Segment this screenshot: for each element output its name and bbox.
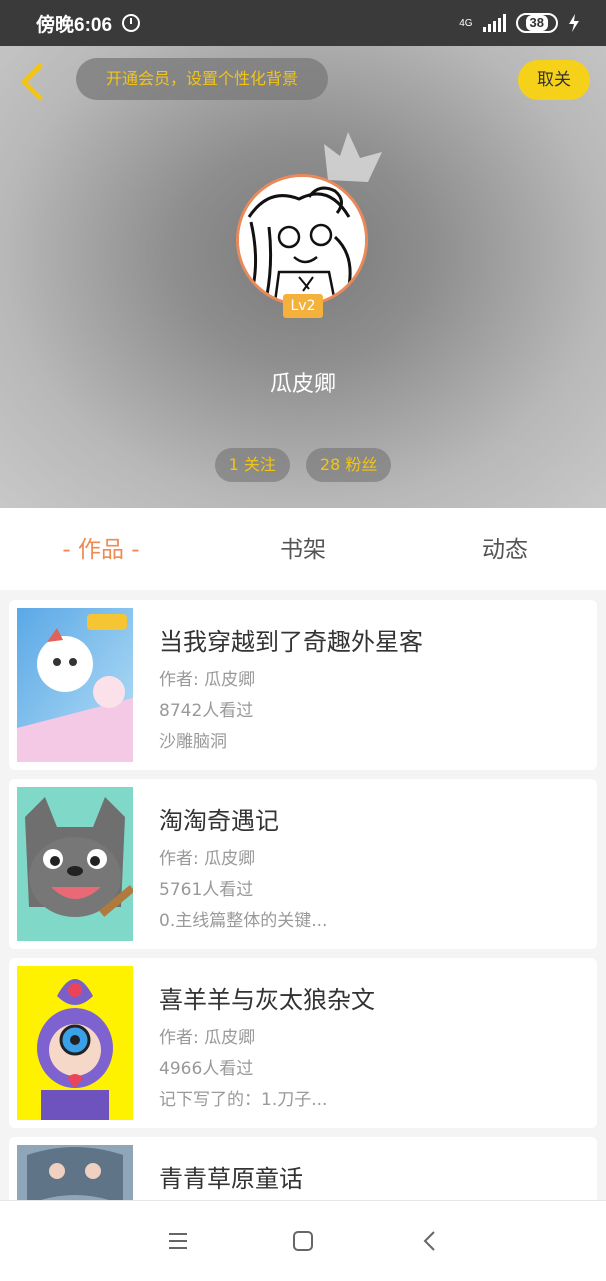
home-icon[interactable] xyxy=(289,1227,317,1255)
work-description: 0.主线篇整体的关键... xyxy=(159,911,328,931)
signal-icon xyxy=(482,14,506,32)
work-views: 8742人看过 xyxy=(159,701,254,721)
book-cover xyxy=(17,966,133,1120)
work-title: 淘淘奇遇记 xyxy=(159,807,279,835)
menu-icon[interactable] xyxy=(164,1227,192,1255)
work-views: 4966人看过 xyxy=(159,1059,254,1079)
level-badge: Lv2 xyxy=(283,294,323,318)
avatar-sketch-image xyxy=(239,177,365,303)
work-description: 沙雕脑洞 xyxy=(159,732,227,752)
tab-activity[interactable]: 动态 xyxy=(404,508,606,590)
list-item[interactable]: 当我穿越到了奇趣外星客 作者: 瓜皮卿 8742人看过 沙雕脑洞 xyxy=(9,600,597,770)
avatar-container[interactable] xyxy=(236,174,368,306)
status-bar: 傍晚6:06 4G 38 xyxy=(0,0,606,46)
charging-icon xyxy=(569,14,579,32)
battery-level: 38 xyxy=(525,15,548,31)
back-nav-icon[interactable] xyxy=(416,1227,444,1255)
works-list: 当我穿越到了奇趣外星客 作者: 瓜皮卿 8742人看过 沙雕脑洞 淘淘奇遇记 作… xyxy=(0,590,606,1200)
profile-header: 开通会员，设置个性化背景 取关 Lv2 瓜皮卿 1 关注 28 粉丝 xyxy=(0,46,606,508)
list-item[interactable]: 淘淘奇遇记 作者: 瓜皮卿 5761人看过 0.主线篇整体的关键... xyxy=(9,779,597,949)
fans-count[interactable]: 28 粉丝 xyxy=(305,448,392,482)
work-title: 当我穿越到了奇趣外星客 xyxy=(159,628,423,656)
book-cover xyxy=(17,1145,133,1200)
work-author: 作者: 瓜皮卿 xyxy=(159,849,256,869)
profile-tabs: - 作品 - 书架 动态 xyxy=(0,508,606,590)
unfollow-button[interactable]: 取关 xyxy=(518,60,590,100)
book-cover xyxy=(17,608,133,762)
work-views: 5761人看过 xyxy=(159,880,254,900)
list-item[interactable]: 喜羊羊与灰太狼杂文 作者: 瓜皮卿 4966人看过 记下写了的：1.刀子... xyxy=(9,958,597,1128)
work-title: 喜羊羊与灰太狼杂文 xyxy=(159,986,375,1014)
following-count[interactable]: 1 关注 xyxy=(214,448,290,482)
status-right: 4G 38 xyxy=(459,13,580,33)
tab-bookshelf[interactable]: 书架 xyxy=(202,508,404,590)
book-cover xyxy=(17,787,133,941)
profile-stats: 1 关注 28 粉丝 xyxy=(0,448,606,482)
work-author: 作者: 瓜皮卿 xyxy=(159,1028,256,1048)
username: 瓜皮卿 xyxy=(269,372,336,397)
list-item[interactable]: 青青草原童话 xyxy=(9,1137,597,1200)
system-nav-bar xyxy=(0,1200,606,1281)
avatar[interactable] xyxy=(236,174,368,306)
tab-works[interactable]: - 作品 - xyxy=(0,508,202,590)
network-label: 4G xyxy=(459,17,473,29)
status-time: 傍晚6:06 xyxy=(36,14,113,36)
work-author: 作者: 瓜皮卿 xyxy=(159,670,256,690)
work-title: 青青草原童话 xyxy=(159,1165,303,1193)
vip-background-prompt[interactable]: 开通会员，设置个性化背景 xyxy=(76,58,328,100)
battery-icon: 38 xyxy=(515,13,558,33)
work-description: 记下写了的：1.刀子... xyxy=(159,1090,328,1110)
back-arrow-icon[interactable] xyxy=(14,62,54,102)
alarm-icon xyxy=(122,14,141,32)
